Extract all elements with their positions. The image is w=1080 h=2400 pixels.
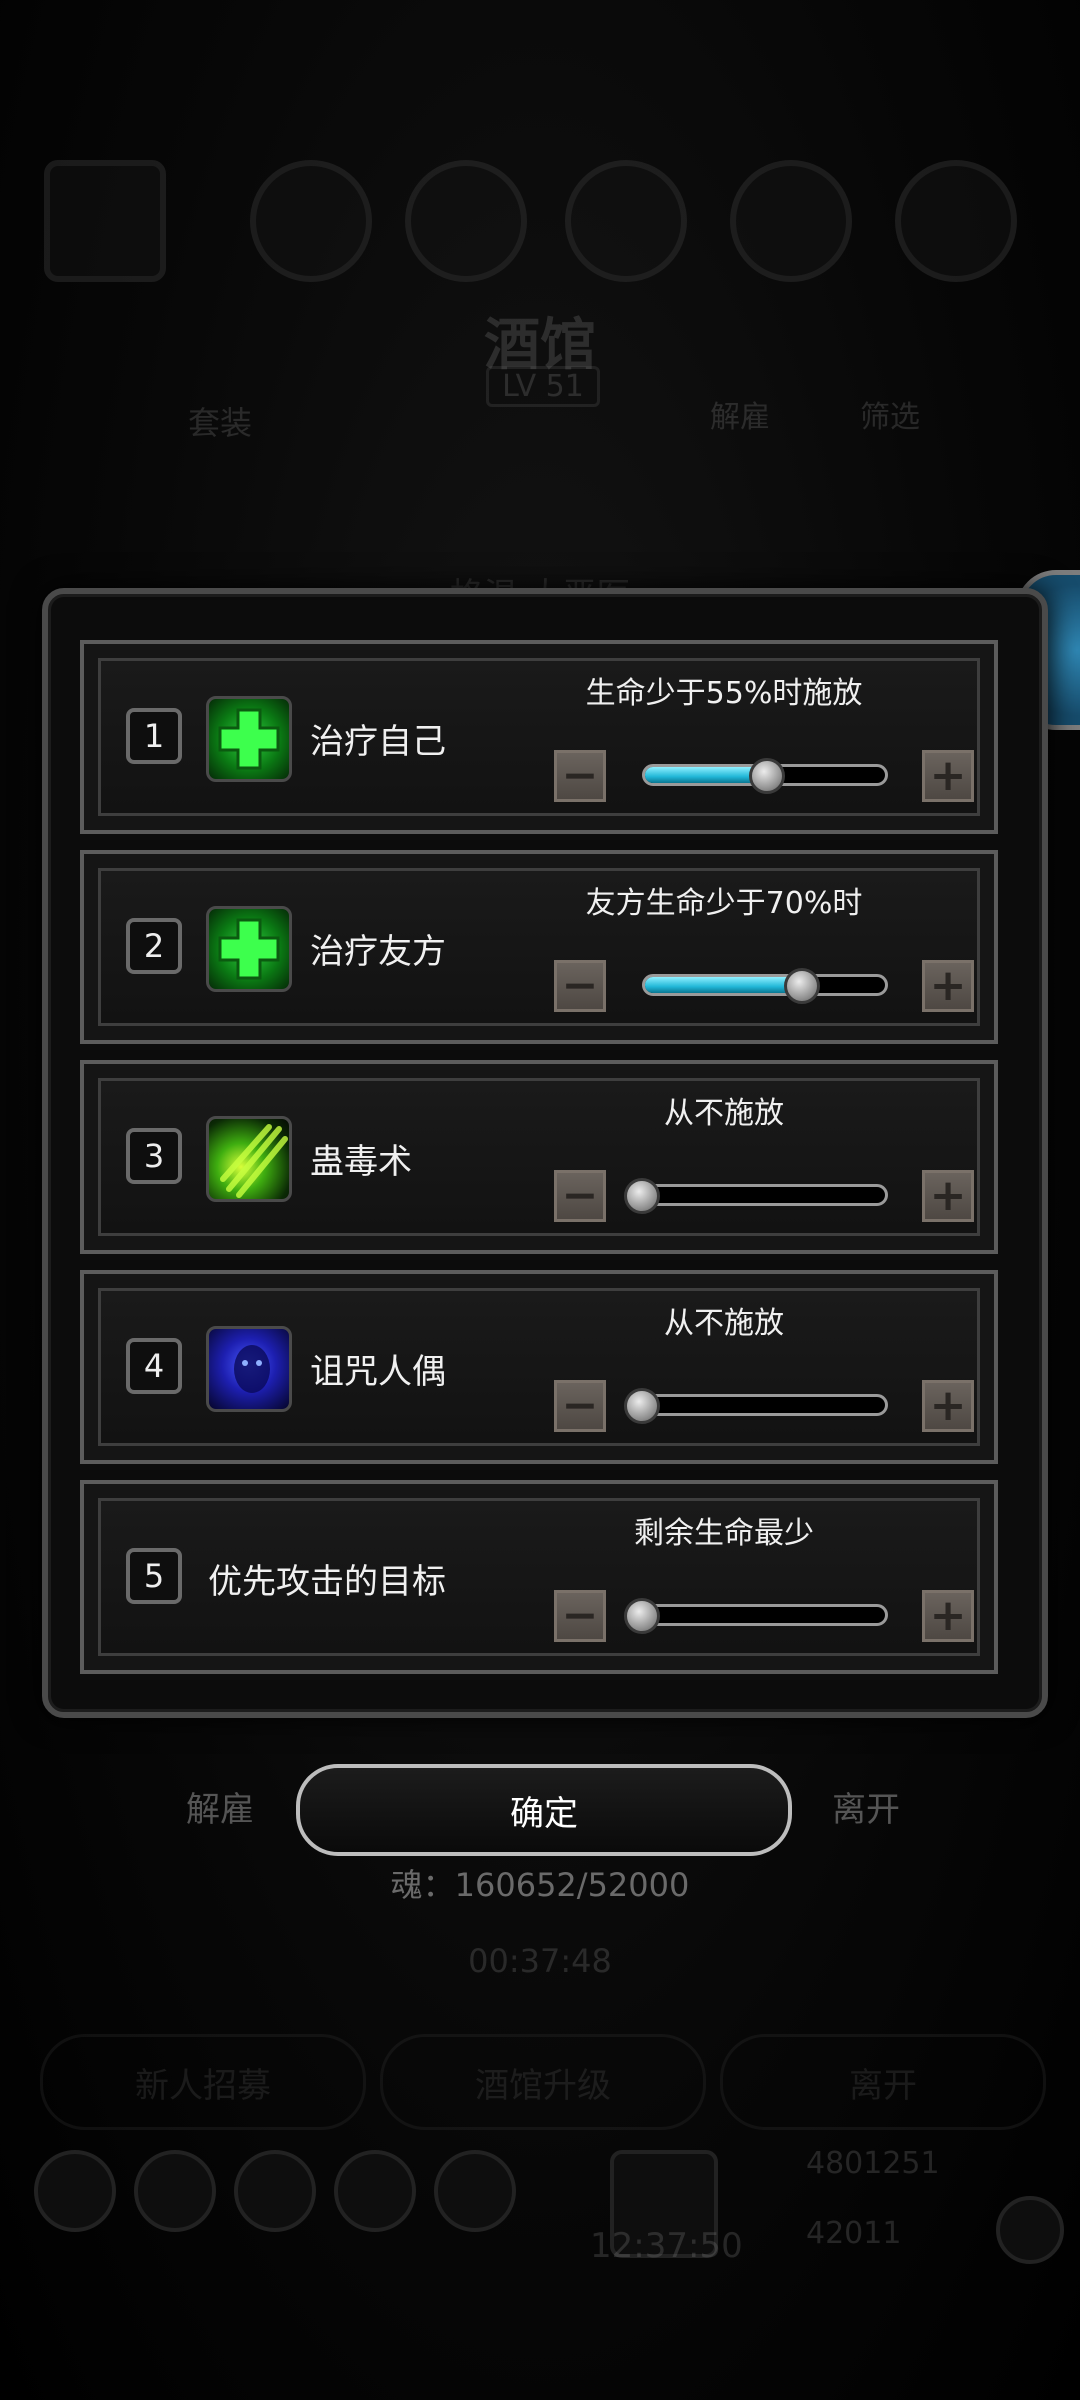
condition-slider[interactable] — [642, 974, 888, 996]
skill-index: 5 — [126, 1548, 182, 1604]
tab-filter[interactable]: 筛选 — [820, 392, 960, 436]
menu-icon-1[interactable] — [34, 2150, 116, 2232]
skill-condition: 生命少于55%时施放 — [585, 676, 863, 711]
soul-counter: 魂：160652/52000 — [390, 1866, 690, 1904]
decrease-button[interactable]: − — [554, 1380, 606, 1432]
increase-button[interactable]: + — [922, 1380, 974, 1432]
clock: 12:37:50 — [590, 2226, 743, 2266]
water-skill-icon — [730, 160, 852, 282]
skill-row: 2 治疗友方 友方生命少于70%时 − + — [80, 850, 998, 1044]
decrease-button[interactable]: − — [554, 1170, 606, 1222]
increase-button[interactable]: + — [922, 750, 974, 802]
skill-name: 诅咒人偶 — [310, 1352, 446, 1392]
skill-index: 3 — [126, 1128, 182, 1184]
skill-name: 治疗友方 — [310, 932, 446, 972]
green-cross-icon — [206, 906, 292, 992]
poison-claw-icon — [206, 1116, 292, 1202]
increase-button[interactable]: + — [922, 1590, 974, 1642]
leave-tavern-button[interactable]: 离开 — [720, 2034, 1046, 2130]
sword-skill-icon — [250, 160, 372, 282]
skill-index: 4 — [126, 1338, 182, 1394]
skill-index: 2 — [126, 918, 182, 974]
menu-icon-4[interactable] — [334, 2150, 416, 2232]
slider-knob[interactable] — [624, 1388, 660, 1424]
tavern-upgrade-button[interactable]: 酒馆升级 — [380, 2034, 706, 2130]
green-cross-icon — [206, 696, 292, 782]
gem-amount: 42011 — [806, 2216, 902, 2251]
dismiss-button[interactable]: 解雇 — [140, 1766, 300, 1846]
leave-button[interactable]: 离开 — [786, 1766, 946, 1846]
tab-dismiss[interactable]: 解雇 — [670, 392, 810, 436]
decrease-button[interactable]: − — [554, 750, 606, 802]
recruit-button[interactable]: 新人招募 — [40, 2034, 366, 2130]
skill-index: 1 — [126, 708, 182, 764]
menu-icon-3[interactable] — [234, 2150, 316, 2232]
skill-row: 4 诅咒人偶 从不施放 − + — [80, 1270, 998, 1464]
skill-row: 5 优先攻击的目标 剩余生命最少 − + — [80, 1480, 998, 1674]
misc-skill-icon — [895, 160, 1017, 282]
slider-knob[interactable] — [624, 1598, 660, 1634]
condition-slider[interactable] — [642, 1184, 888, 1206]
add-currency-icon[interactable] — [996, 2196, 1064, 2264]
hero-level: LV 51 — [486, 366, 600, 407]
armor-skill-icon — [565, 160, 687, 282]
skill-name: 治疗自己 — [310, 722, 446, 762]
skill-condition: 友方生命少于70%时 — [585, 886, 863, 921]
condition-slider[interactable] — [642, 1604, 888, 1626]
menu-icon-2[interactable] — [134, 2150, 216, 2232]
increase-button[interactable]: + — [922, 960, 974, 1012]
skill-condition: 从不施放 — [664, 1306, 784, 1341]
weapon-skill-icon — [405, 160, 527, 282]
decrease-button[interactable]: − — [554, 960, 606, 1012]
target-priority-label: 优先攻击的目标 — [208, 1562, 446, 1602]
skill-condition: 剩余生命最少 — [634, 1516, 814, 1551]
curse-doll-icon — [206, 1326, 292, 1412]
skill-row: 3 蛊毒术 从不施放 − + — [80, 1060, 998, 1254]
condition-slider[interactable] — [642, 1394, 888, 1416]
skill-row: 1 治疗自己 生命少于55%时施放 − + — [80, 640, 998, 834]
tab-set[interactable]: 套装 — [130, 398, 310, 444]
countdown-timer: 00:37:48 — [468, 1942, 612, 1980]
gold-amount: 4801251 — [806, 2146, 940, 2181]
slider-knob[interactable] — [624, 1178, 660, 1214]
skill-name: 蛊毒术 — [310, 1142, 412, 1182]
increase-button[interactable]: + — [922, 1170, 974, 1222]
skill-condition: 从不施放 — [664, 1096, 784, 1131]
decrease-button[interactable]: − — [554, 1590, 606, 1642]
slider-knob[interactable] — [783, 968, 820, 1004]
menu-icon-5[interactable] — [434, 2150, 516, 2232]
confirm-button[interactable]: 确定 — [296, 1764, 792, 1856]
equipment-slot-icon — [44, 160, 166, 282]
